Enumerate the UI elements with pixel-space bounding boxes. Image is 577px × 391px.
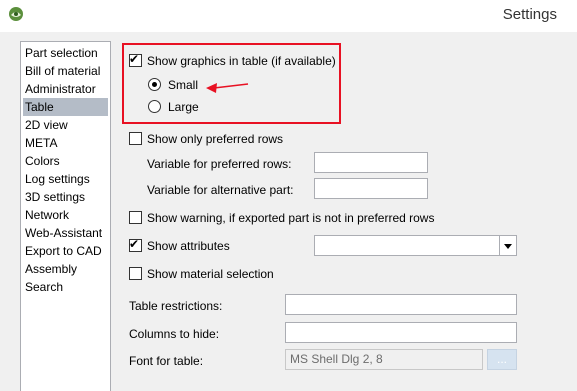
window-title: Settings	[502, 6, 557, 23]
var-alternative-input[interactable]	[314, 178, 428, 199]
attributes-dropdown[interactable]	[314, 235, 517, 256]
title-bar: Settings	[0, 0, 577, 32]
preferred-rows-checkbox[interactable]	[129, 132, 142, 145]
nav-item-table[interactable]: Table	[23, 98, 108, 116]
nav-item-bill-of-material[interactable]: Bill of material	[23, 62, 108, 80]
nav-item-administrator[interactable]: Administrator	[23, 80, 108, 98]
nav-item-search[interactable]: Search	[23, 278, 108, 296]
table-restrictions-label: Table restrictions:	[129, 299, 223, 313]
chevron-down-icon	[504, 244, 512, 249]
font-for-table-field: MS Shell Dlg 2, 8	[285, 349, 483, 370]
nav-item-log-settings[interactable]: Log settings	[23, 170, 108, 188]
table-restrictions-input[interactable]	[285, 294, 517, 315]
warning-checkbox[interactable]	[129, 211, 142, 224]
var-preferred-input[interactable]	[314, 152, 428, 173]
preferred-rows-label: Show only preferred rows	[147, 132, 284, 146]
columns-to-hide-label: Columns to hide:	[129, 327, 220, 341]
font-for-table-label: Font for table:	[129, 354, 204, 368]
annotation-arrow-icon	[206, 83, 249, 93]
warning-label: Show warning, if exported part is not in…	[147, 211, 435, 225]
var-preferred-label: Variable for preferred rows:	[147, 157, 292, 171]
nav-item-3d-settings[interactable]: 3D settings	[23, 188, 108, 206]
nav-item-export-to-cad[interactable]: Export to CAD	[23, 242, 108, 260]
nav-item-part-selection[interactable]: Part selection	[23, 44, 108, 62]
var-alternative-label: Variable for alternative part:	[147, 183, 294, 197]
nav-item-2d-view[interactable]: 2D view	[23, 116, 108, 134]
nav-item-web-assistant[interactable]: Web-Assistant	[23, 224, 108, 242]
show-attributes-label: Show attributes	[147, 239, 230, 253]
nav-item-meta[interactable]: META	[23, 134, 108, 152]
columns-to-hide-input[interactable]	[285, 322, 517, 343]
material-selection-checkbox[interactable]	[129, 267, 142, 280]
show-attributes-checkbox[interactable]: ✔	[129, 237, 142, 252]
font-browse-button[interactable]: ...	[487, 349, 517, 370]
checkmark-icon: ✔	[129, 237, 140, 251]
app-logo-icon	[9, 7, 23, 21]
nav-item-assembly[interactable]: Assembly	[23, 260, 108, 278]
settings-category-list[interactable]: Part selection Bill of material Administ…	[20, 41, 111, 391]
nav-item-network[interactable]: Network	[23, 206, 108, 224]
material-selection-label: Show material selection	[147, 267, 274, 281]
dropdown-arrow-button[interactable]	[499, 236, 516, 255]
nav-item-colors[interactable]: Colors	[23, 152, 108, 170]
